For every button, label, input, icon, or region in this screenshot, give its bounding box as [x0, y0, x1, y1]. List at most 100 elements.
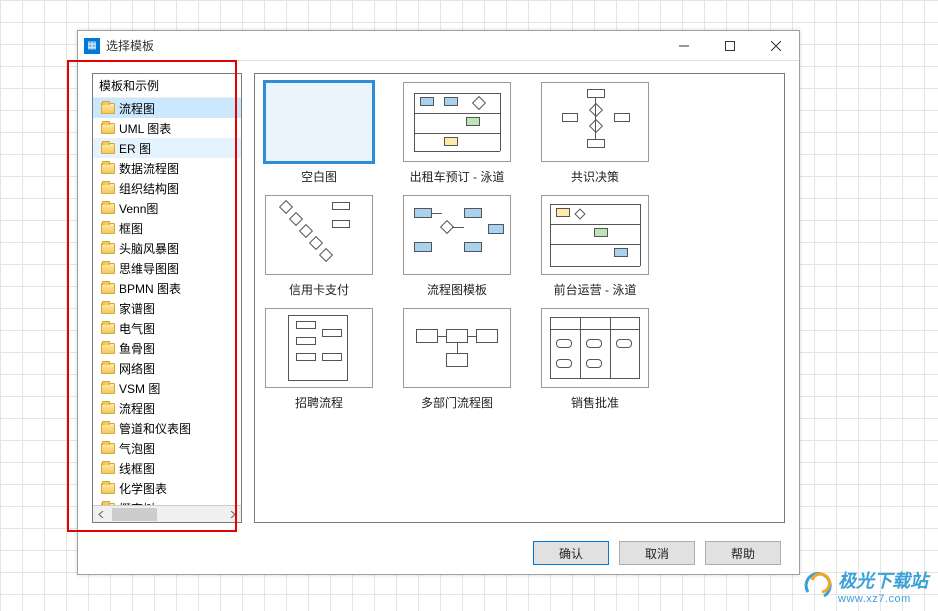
category-item-label: ER 图: [119, 140, 151, 157]
category-item[interactable]: UML 图表: [93, 118, 241, 138]
folder-icon: [101, 423, 115, 434]
category-item[interactable]: 气泡图: [93, 438, 241, 458]
category-item-label: VSM 图: [119, 380, 160, 397]
folder-icon: [101, 263, 115, 274]
template-thumbnail[interactable]: [403, 82, 511, 162]
category-tree[interactable]: 流程图 UML 图表 ER 图数据流程图组织结构图 Venn图框图头脑风暴图思维导图图…: [93, 98, 241, 505]
category-item-label: 气泡图: [119, 440, 155, 457]
scroll-track[interactable]: [110, 506, 224, 523]
category-item-label: 管道和仪表图: [119, 420, 191, 437]
category-item[interactable]: 框图: [93, 218, 241, 238]
folder-icon: [101, 223, 115, 234]
template-label: 出租车预订 - 泳道: [410, 168, 505, 185]
template-item[interactable]: 信用卡支付: [261, 195, 377, 298]
category-item[interactable]: 数据流程图: [93, 158, 241, 178]
template-item[interactable]: 空白图: [261, 82, 377, 185]
template-gallery[interactable]: 空白图 出租车预订 - 泳道 共识决策信用卡支付 流程图模板前台运营 - 泳道招聘流程…: [254, 73, 785, 523]
folder-icon: [101, 303, 115, 314]
template-thumbnail[interactable]: [265, 308, 373, 388]
folder-icon: [101, 243, 115, 254]
category-item[interactable]: 流程图: [93, 398, 241, 418]
category-item-label: Venn图: [119, 200, 158, 217]
template-thumbnail[interactable]: [541, 308, 649, 388]
template-item[interactable]: 销售批准: [537, 308, 653, 411]
category-item-label: 思维导图图: [119, 260, 179, 277]
folder-icon: [101, 463, 115, 474]
template-thumbnail[interactable]: [265, 195, 373, 275]
folder-icon: [101, 383, 115, 394]
folder-icon: [101, 343, 115, 354]
template-label: 前台运营 - 泳道: [554, 281, 637, 298]
category-item-label: UML 图表: [119, 120, 171, 137]
category-item[interactable]: BPMN 图表: [93, 278, 241, 298]
category-item-label: 组织结构图: [119, 180, 179, 197]
template-label: 销售批准: [571, 394, 619, 411]
template-thumbnail[interactable]: [541, 195, 649, 275]
app-icon: ▦: [84, 38, 100, 54]
template-item[interactable]: 招聘流程: [261, 308, 377, 411]
template-thumbnail[interactable]: [403, 308, 511, 388]
category-item[interactable]: 网络图: [93, 358, 241, 378]
category-item[interactable]: 思维导图图: [93, 258, 241, 278]
folder-icon: [101, 483, 115, 494]
category-item[interactable]: 组织结构图: [93, 178, 241, 198]
folder-icon: [101, 283, 115, 294]
template-thumbnail[interactable]: [541, 82, 649, 162]
help-button[interactable]: 帮助: [705, 541, 781, 565]
template-item[interactable]: 多部门流程图: [399, 308, 515, 411]
window-title: 选择模板: [106, 37, 661, 54]
category-item[interactable]: 概率树: [93, 498, 241, 505]
folder-icon: [101, 163, 115, 174]
category-item[interactable]: ER 图: [93, 138, 241, 158]
template-item[interactable]: 出租车预订 - 泳道: [399, 82, 515, 185]
category-item[interactable]: 鱼骨图: [93, 338, 241, 358]
folder-icon: [101, 123, 115, 134]
dialog-button-row: 确认 取消 帮助: [92, 535, 785, 567]
category-item[interactable]: 管道和仪表图: [93, 418, 241, 438]
category-item-label: BPMN 图表: [119, 280, 181, 297]
template-chooser-window: ▦ 选择模板 模板和示例 流程图 UML 图表 ER 图数据流程图组织结构图 Venn…: [77, 30, 800, 575]
category-item-label: 头脑风暴图: [119, 240, 179, 257]
titlebar: ▦ 选择模板: [78, 31, 799, 61]
template-thumbnail[interactable]: [265, 82, 373, 162]
category-item-label: 线框图: [119, 460, 155, 477]
dialog-content: 模板和示例 流程图 UML 图表 ER 图数据流程图组织结构图 Venn图框图头脑风暴…: [78, 61, 799, 577]
folder-icon: [101, 143, 115, 154]
category-item[interactable]: 家谱图: [93, 298, 241, 318]
cancel-button[interactable]: 取消: [619, 541, 695, 565]
template-item[interactable]: 流程图模板: [399, 195, 515, 298]
category-item[interactable]: 流程图: [93, 98, 241, 118]
minimize-button[interactable]: [661, 31, 707, 61]
sidebar-header: 模板和示例: [93, 74, 241, 98]
template-label: 空白图: [301, 168, 337, 185]
scroll-left-button[interactable]: [93, 506, 110, 523]
category-item-label: 家谱图: [119, 300, 155, 317]
category-item-label: 网络图: [119, 360, 155, 377]
category-item[interactable]: 化学图表: [93, 478, 241, 498]
category-item[interactable]: Venn图: [93, 198, 241, 218]
template-item[interactable]: 前台运营 - 泳道: [537, 195, 653, 298]
category-item-label: 数据流程图: [119, 160, 179, 177]
category-item[interactable]: 线框图: [93, 458, 241, 478]
template-thumbnail[interactable]: [403, 195, 511, 275]
template-label: 共识决策: [571, 168, 619, 185]
category-item[interactable]: VSM 图: [93, 378, 241, 398]
template-label: 信用卡支付: [289, 281, 349, 298]
category-item[interactable]: 电气图: [93, 318, 241, 338]
category-item-label: 电气图: [119, 320, 155, 337]
folder-icon: [101, 403, 115, 414]
category-item-label: 流程图: [119, 400, 155, 417]
template-label: 招聘流程: [295, 394, 343, 411]
folder-icon: [101, 183, 115, 194]
scroll-right-button[interactable]: [224, 506, 241, 523]
maximize-button[interactable]: [707, 31, 753, 61]
category-item[interactable]: 头脑风暴图: [93, 238, 241, 258]
sidebar-hscroll[interactable]: [93, 505, 241, 522]
folder-icon: [101, 363, 115, 374]
close-button[interactable]: [753, 31, 799, 61]
ok-button[interactable]: 确认: [533, 541, 609, 565]
template-item[interactable]: 共识决策: [537, 82, 653, 185]
watermark-logo-icon: [804, 572, 832, 600]
scroll-thumb[interactable]: [112, 508, 157, 521]
category-item-label: 化学图表: [119, 480, 167, 497]
